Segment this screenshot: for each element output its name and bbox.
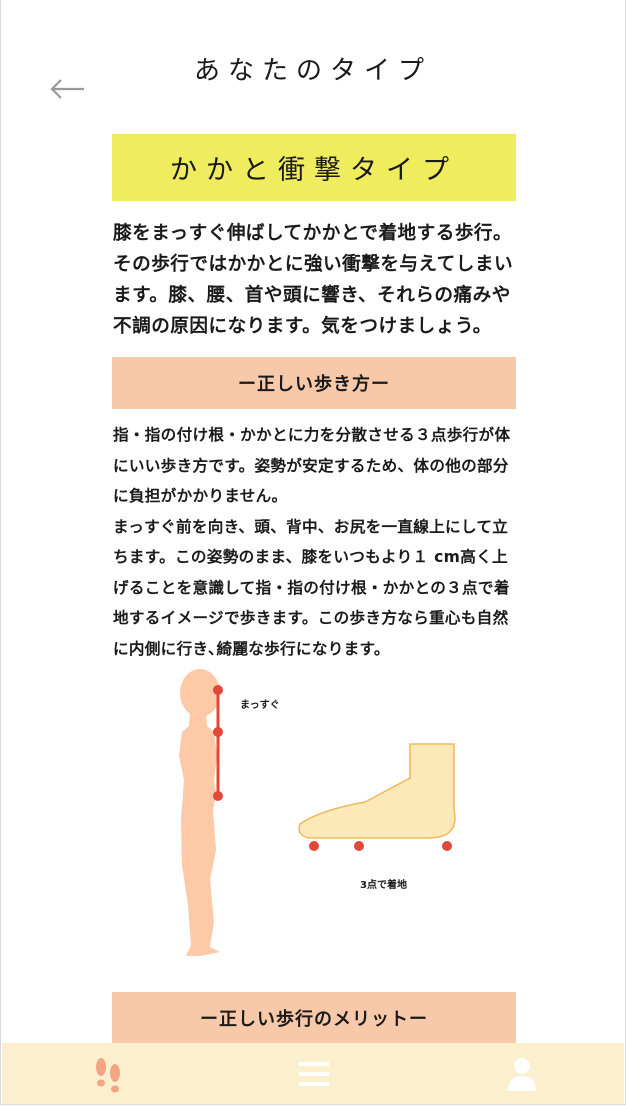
nav-walk-button[interactable] [80, 1043, 136, 1104]
alignment-dot-hip [213, 791, 223, 801]
correct-walking-heading-text: ー正しい歩き方ー [238, 374, 390, 395]
bottom-navigation [2, 1043, 624, 1104]
type-description: 膝をまっすぐ伸ばしてかかとで着地する歩行。その歩行ではかかとに強い衝撃を与えてし… [113, 223, 514, 337]
page-title: あなたのタイプ [193, 56, 432, 86]
type-banner: かかと衝撃タイプ [112, 134, 516, 201]
foot-label: 3点で着地 [360, 880, 407, 891]
posture-label: まっすぐ [240, 700, 280, 711]
landing-point-heel [442, 841, 452, 851]
nav-menu-button[interactable] [286, 1043, 342, 1104]
nav-profile-button[interactable] [494, 1043, 550, 1104]
correct-walking-text: 指・指の付け根・かかとに力を分散させる３点歩行が体にいい歩き方です。姿勢が安定す… [113, 420, 521, 664]
merit-heading: ー正しい歩行のメリットー [112, 992, 516, 1043]
alignment-dot-back [213, 727, 223, 737]
menu-icon [299, 1061, 329, 1086]
walking-paragraph-2: まっすぐ前を向き、頭、背中、お尻を一直線上にして立ちます。この姿勢のまま、膝をい… [113, 517, 510, 658]
merit-heading-text: ー正しい歩行のメリットー [200, 1008, 428, 1030]
landing-point-toe [309, 841, 319, 851]
footprints-icon [96, 1057, 120, 1092]
user-icon [508, 1057, 536, 1091]
type-name: かかと衝撃タイプ [170, 155, 458, 186]
body-silhouette [179, 669, 220, 956]
landing-point-ball [354, 841, 364, 851]
alignment-dot-head [213, 685, 223, 695]
walking-illustration [179, 669, 456, 956]
foot-shape [298, 743, 456, 839]
walking-paragraph-1: 指・指の付け根・かかとに力を分散させる３点歩行が体にいい歩き方です。姿勢が安定す… [113, 426, 511, 505]
correct-walking-heading: ー正しい歩き方ー [112, 357, 516, 409]
